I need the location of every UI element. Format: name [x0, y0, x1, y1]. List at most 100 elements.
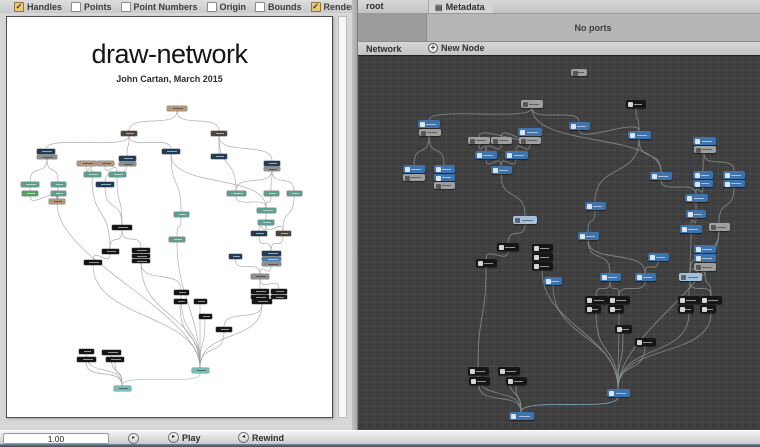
render-node	[51, 191, 66, 196]
node-color-swatch	[358, 14, 427, 41]
editor-node[interactable]	[434, 165, 455, 173]
render-node	[79, 349, 94, 354]
editor-node[interactable]	[608, 305, 624, 313]
editor-node[interactable]	[403, 165, 425, 173]
editor-node[interactable]	[506, 377, 527, 385]
render-node	[84, 172, 101, 177]
checkbox-point-numbers[interactable]: Point Numbers	[121, 2, 198, 12]
editor-node[interactable]	[635, 273, 656, 281]
editor-node[interactable]	[648, 253, 669, 261]
editor-node[interactable]	[700, 296, 722, 304]
editor-node[interactable]	[628, 131, 651, 139]
editor-node[interactable]	[475, 151, 497, 159]
editor-node[interactable]	[626, 100, 646, 108]
editor-node[interactable]	[532, 244, 553, 252]
render-node	[271, 295, 287, 299]
editor-node[interactable]	[635, 338, 656, 346]
editor-node[interactable]	[468, 137, 490, 144]
checkbox-box[interactable]	[255, 2, 265, 12]
metadata-label: Metadata	[446, 2, 485, 12]
render-node	[119, 162, 136, 166]
editor-node[interactable]	[650, 172, 672, 180]
viewer-scrollbar[interactable]	[338, 16, 347, 418]
frame-field[interactable]: 1.00	[3, 433, 109, 444]
editor-node[interactable]	[686, 210, 706, 218]
editor-node[interactable]	[491, 137, 512, 144]
rewind-button[interactable]: ◂ Rewind	[238, 432, 284, 443]
editor-node[interactable]	[491, 166, 512, 174]
network-editor[interactable]	[358, 55, 760, 431]
editor-node[interactable]	[585, 202, 606, 210]
editor-node[interactable]	[679, 273, 702, 281]
editor-node[interactable]	[532, 253, 553, 261]
checkbox-box[interactable]: ✓	[311, 2, 321, 12]
checkbox-box[interactable]: ✓	[14, 2, 24, 12]
page-subtitle: John Cartan, March 2015	[7, 74, 332, 84]
editor-node[interactable]	[518, 128, 542, 136]
editor-node[interactable]	[694, 254, 716, 262]
editor-node[interactable]	[403, 174, 425, 181]
checkbox-origin[interactable]: Origin	[207, 2, 247, 12]
checkbox-handles[interactable]: ✓Handles	[14, 2, 62, 12]
editor-node[interactable]	[578, 232, 599, 240]
editor-node[interactable]	[509, 412, 534, 420]
editor-node[interactable]	[693, 137, 716, 145]
editor-node[interactable]	[497, 243, 519, 251]
editor-node[interactable]	[678, 296, 700, 304]
editor-node[interactable]	[419, 129, 441, 136]
metadata-button[interactable]: ▤ Metadata	[428, 0, 493, 13]
checkbox-points[interactable]: Points	[71, 2, 112, 12]
checkbox-box[interactable]	[71, 2, 81, 12]
editor-node[interactable]	[521, 100, 543, 108]
editor-node[interactable]	[723, 180, 745, 187]
transport-bar: 1.00 ▸ ▸ Play ◂ Rewind	[0, 430, 760, 445]
editor-node[interactable]	[678, 305, 694, 313]
editor-node[interactable]	[513, 216, 537, 224]
editor-node[interactable]	[498, 367, 520, 375]
editor-node[interactable]	[434, 174, 455, 181]
editor-node[interactable]	[571, 69, 587, 76]
new-node-button[interactable]: + New Node	[428, 43, 485, 53]
editor-node[interactable]	[685, 194, 708, 202]
render-node	[264, 191, 279, 196]
checkbox-box[interactable]	[207, 2, 217, 12]
checkbox-box[interactable]	[121, 2, 131, 12]
render-node	[102, 350, 121, 355]
editor-node[interactable]	[723, 171, 745, 179]
editor-node[interactable]	[476, 259, 497, 267]
editor-node[interactable]	[615, 325, 632, 333]
render-node	[257, 208, 276, 213]
editor-node[interactable]	[585, 305, 601, 313]
editor-node[interactable]	[693, 171, 713, 179]
editor-node[interactable]	[585, 296, 608, 304]
editor-node[interactable]	[694, 146, 716, 153]
render-node	[276, 231, 291, 236]
editor-node[interactable]	[519, 137, 541, 144]
editor-node[interactable]	[469, 377, 490, 385]
frame-value: 1.00	[48, 434, 65, 444]
render-node	[97, 161, 114, 166]
editor-node[interactable]	[607, 389, 630, 397]
editor-node[interactable]	[680, 225, 702, 233]
editor-node[interactable]	[694, 245, 716, 253]
editor-node[interactable]	[418, 120, 440, 128]
editor-node[interactable]	[700, 305, 716, 313]
editor-node[interactable]	[532, 262, 553, 270]
editor-node[interactable]	[468, 367, 489, 375]
editor-node[interactable]	[608, 296, 630, 304]
checkbox-label: Handles	[27, 2, 62, 12]
render-node	[51, 182, 66, 187]
editor-node[interactable]	[600, 273, 621, 281]
play-button[interactable]: ▸ Play	[168, 432, 201, 443]
editor-node[interactable]	[434, 182, 455, 189]
editor-node[interactable]	[569, 122, 590, 130]
step-button[interactable]: ▸	[128, 433, 139, 444]
editor-node[interactable]	[693, 180, 713, 187]
metadata-icon: ▤	[435, 3, 443, 12]
editor-node[interactable]	[694, 263, 716, 271]
editor-node[interactable]	[505, 151, 528, 159]
editor-node[interactable]	[544, 277, 562, 285]
editor-node[interactable]	[709, 223, 730, 231]
checkbox-bounds[interactable]: Bounds	[255, 2, 302, 12]
render-node	[211, 154, 227, 159]
